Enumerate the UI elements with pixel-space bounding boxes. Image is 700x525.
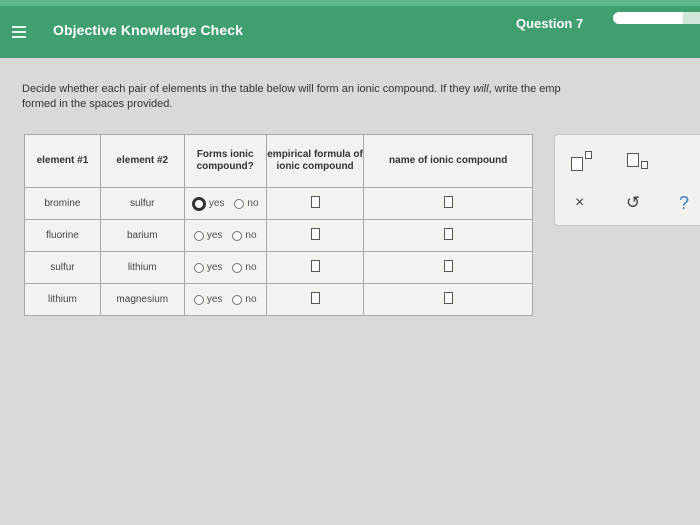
table-header-row: element #1 element #2 Forms ionic compou…: [24, 133, 533, 189]
answer-tools-panel: × ↺ ?: [554, 134, 700, 226]
top-bar: Objective Knowledge Check Question 7: [0, 0, 700, 58]
header-compound-name: name of ionic compound: [363, 133, 533, 189]
name-cell: [363, 187, 533, 221]
top-strip: [0, 0, 700, 6]
table-row: lithium magnesium yes no: [24, 283, 533, 316]
name-cell: [363, 219, 533, 253]
formula-cell: [265, 283, 365, 316]
no-radio[interactable]: no: [234, 198, 259, 209]
header-forms-ionic: Forms ionic compound?: [183, 133, 267, 189]
element-1-cell: sulfur: [24, 251, 101, 285]
clear-button[interactable]: ×: [575, 193, 584, 213]
instructions: Decide whether each pair of elements in …: [22, 82, 700, 112]
element-1-cell: bromine: [24, 187, 101, 221]
yes-radio[interactable]: yes: [191, 196, 224, 211]
name-input[interactable]: [443, 292, 453, 305]
no-radio[interactable]: no: [232, 262, 257, 273]
question-label: Question 7: [516, 16, 584, 31]
forms-ionic-cell: yes no: [183, 251, 267, 285]
table-row: bromine sulfur yes no: [24, 187, 533, 221]
header-element-1: element #1: [24, 133, 101, 189]
yes-radio[interactable]: yes: [193, 230, 222, 241]
forms-ionic-cell: yes no: [183, 219, 267, 253]
app-title: Objective Knowledge Check: [53, 22, 243, 38]
formula-input[interactable]: [310, 292, 320, 305]
no-radio[interactable]: no: [232, 230, 257, 241]
undo-button[interactable]: ↺: [626, 193, 640, 213]
help-button[interactable]: ?: [679, 193, 689, 213]
formula-input[interactable]: [310, 260, 320, 273]
yes-radio[interactable]: yes: [193, 262, 222, 273]
element-2-cell: sulfur: [99, 187, 185, 221]
instructions-line-1: Decide whether each pair of elements in …: [22, 83, 561, 95]
name-input[interactable]: [443, 228, 453, 241]
progress-bar: [613, 12, 700, 24]
name-cell: [363, 283, 533, 316]
name-input[interactable]: [443, 260, 453, 273]
formula-cell: [265, 219, 365, 253]
header-empirical-formula: empirical formula of ionic compound: [265, 133, 365, 189]
forms-ionic-cell: yes no: [183, 187, 267, 221]
menu-icon[interactable]: [12, 26, 26, 38]
table-row: sulfur lithium yes no: [24, 251, 533, 285]
element-2-cell: barium: [99, 219, 185, 253]
elements-table: element #1 element #2 Forms ionic compou…: [24, 133, 533, 316]
element-1-cell: lithium: [24, 283, 101, 316]
element-2-cell: magnesium: [99, 283, 185, 316]
forms-ionic-cell: yes no: [183, 283, 267, 316]
table-row: fluorine barium yes no: [24, 219, 533, 253]
instructions-line-2: formed in the spaces provided.: [22, 98, 173, 110]
element-1-cell: fluorine: [24, 219, 101, 253]
formula-cell: [265, 251, 365, 285]
name-cell: [363, 251, 533, 285]
formula-input[interactable]: [310, 196, 320, 209]
header-element-2: element #2: [99, 133, 185, 189]
no-radio[interactable]: no: [232, 294, 257, 305]
name-input[interactable]: [443, 196, 453, 209]
formula-input[interactable]: [310, 228, 320, 241]
element-2-cell: lithium: [99, 251, 185, 285]
yes-radio[interactable]: yes: [193, 294, 222, 305]
progress-fill: [613, 12, 683, 24]
formula-cell: [265, 187, 365, 221]
